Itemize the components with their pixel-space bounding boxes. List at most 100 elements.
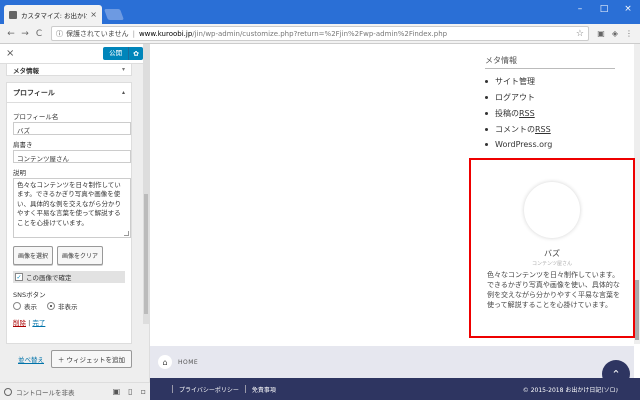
sns-hide-label: 非表示 <box>58 303 78 311</box>
hide-controls-icon[interactable] <box>4 387 12 396</box>
profile-name-input[interactable]: バズ <box>13 122 131 135</box>
extension-icon[interactable]: ▣ <box>594 29 608 38</box>
meta-widget-title: メタ情報 <box>485 56 517 65</box>
preview-scrollbar-thumb[interactable] <box>635 280 639 340</box>
maximize-icon[interactable]: □ <box>592 0 616 18</box>
meta-link-posts-label[interactable]: 投稿の <box>495 108 519 119</box>
sidebar-scrollbar[interactable] <box>143 44 149 324</box>
new-tab-button[interactable] <box>103 9 125 20</box>
widget-links: 削除 | 完了 <box>13 317 125 327</box>
minimize-icon[interactable]: – <box>568 0 592 18</box>
widget-profile-title: プロフィール <box>13 88 55 97</box>
back-to-top-button[interactable]: ⌃ <box>602 360 630 388</box>
info-icon[interactable]: ⓘ <box>56 29 63 39</box>
job-title-label: 肩書き <box>13 141 33 149</box>
meta-link-logout-label[interactable]: ログアウト <box>495 92 535 103</box>
meta-link-admin[interactable]: サイト管理 <box>485 76 552 87</box>
profile-widget-preview[interactable]: バズ コンテンツ屋さん 色々なコンテンツを日々制作しています。できるかぎり写真や… <box>469 158 635 338</box>
back-icon[interactable]: ← <box>4 29 18 39</box>
close-customizer-icon[interactable]: × <box>6 48 14 59</box>
copyright: © 2015-2018 お出かけ日記(ソロ) <box>522 386 618 394</box>
chevron-up-icon: ▴ <box>121 89 125 96</box>
extension-2-icon[interactable]: ◈ <box>608 29 622 38</box>
gear-icon[interactable]: ✿ <box>129 50 143 58</box>
breadcrumb: ⌂ HOME <box>150 346 634 378</box>
sns-hide-option[interactable]: 非表示 <box>47 301 78 311</box>
browser-tabstrip: カスタマイズ: お出かけ日記(... × – □ × <box>0 0 640 24</box>
meta-link-admin-label[interactable]: サイト管理 <box>495 76 535 87</box>
clear-image-button[interactable]: 画像をクリア <box>57 246 104 265</box>
footer-divider <box>244 385 246 393</box>
address-bar[interactable]: ⓘ 保護されていません | www.kuroobi.jp/jin/wp-admi… <box>51 26 589 41</box>
browser-toolbar: ← → C ⓘ 保護されていません | www.kuroobi.jp/jin/w… <box>0 24 640 44</box>
favicon-icon <box>9 10 17 19</box>
use-image-row: ✓ この画像で確定 <box>13 271 125 283</box>
customizer-footer: コントロールを非表 ▣ ▯ ▫ <box>0 382 150 400</box>
widget-profile-header[interactable]: プロフィール ▴ <box>7 83 131 103</box>
widget-profile: プロフィール ▴ プロフィール名 バズ 肩書き コンテンツ屋さん 説明 色々なコ… <box>6 82 132 344</box>
publish-button-group: 公開 ✿ <box>103 47 143 60</box>
menu-icon[interactable]: ⋮ <box>622 29 636 38</box>
tablet-preview-icon[interactable]: ▯ <box>128 387 132 396</box>
sns-show-label: 表示 <box>24 303 37 311</box>
sns-show-radio[interactable] <box>13 302 21 310</box>
reorder-link[interactable]: 並べ替え <box>18 354 44 364</box>
job-title-input[interactable]: コンテンツ屋さん <box>13 150 131 163</box>
meta-link-wordpress[interactable]: WordPress.org <box>485 140 552 149</box>
profile-name: バズ <box>544 249 560 258</box>
widget-actions: 並べ替え ＋ ウィジェットを追加 <box>6 350 132 368</box>
customizer-sidebar: × 公開 ✿ メタ情報 ▾ プロフィール ▴ プロフィール名 バズ 肩書き コン… <box>0 44 150 400</box>
meta-link-list: サイト管理 ログアウト 投稿の RSS コメントの RSS WordPress.… <box>485 76 552 154</box>
bookmark-star-icon[interactable]: ☆ <box>576 29 584 39</box>
site-footer: プライバシーポリシー 免責事項 © 2015-2018 お出かけ日記(ソロ) <box>150 378 640 400</box>
footer-divider <box>172 385 173 393</box>
sns-hide-radio[interactable] <box>47 302 55 310</box>
url-host: www.kuroobi.jp <box>138 29 193 38</box>
breadcrumb-home[interactable]: HOME <box>178 359 198 366</box>
tab-close-icon[interactable]: × <box>90 10 97 19</box>
reload-icon[interactable]: C <box>32 29 46 39</box>
publish-button[interactable]: 公開 <box>103 47 130 60</box>
footer-link-disclaimer[interactable]: 免責事項 <box>252 385 276 394</box>
customizer-header: × 公開 ✿ <box>0 44 149 64</box>
meta-link-comments-rss[interactable]: コメントの RSS <box>485 124 552 135</box>
profile-name-label: プロフィール名 <box>13 113 59 121</box>
sidebar-scrollbar-thumb[interactable] <box>144 194 148 314</box>
link-separator: | <box>28 319 31 327</box>
done-link[interactable]: 完了 <box>32 319 45 327</box>
footer-link-privacy[interactable]: プライバシーポリシー <box>179 385 239 394</box>
tab-customizer[interactable]: カスタマイズ: お出かけ日記(... × <box>4 5 102 24</box>
comments-rss-abbr[interactable]: RSS <box>535 125 551 134</box>
url-separator: | <box>132 29 135 38</box>
desktop-preview-icon[interactable]: ▣ <box>113 387 121 396</box>
use-image-checkbox[interactable]: ✓ <box>15 273 23 281</box>
description-label: 説明 <box>13 169 26 177</box>
chevron-down-icon: ▾ <box>121 66 125 73</box>
window-close-icon[interactable]: × <box>616 0 640 18</box>
delete-link[interactable]: 削除 <box>13 319 26 327</box>
add-widget-button[interactable]: ＋ ウィジェットを追加 <box>50 350 132 368</box>
select-image-button[interactable]: 画像を選択 <box>13 246 54 265</box>
description-textarea[interactable]: 色々なコンテンツを日々制作しています。できるかぎり写真や画像を使い、具体的な例を… <box>13 178 131 238</box>
sns-show-option[interactable]: 表示 <box>13 301 37 311</box>
window-controls: – □ × <box>568 0 640 18</box>
security-label: 保護されていません <box>66 29 129 38</box>
meta-link-logout[interactable]: ログアウト <box>485 92 552 103</box>
profile-description: 色々なコンテンツを日々制作しています。できるかぎり写真や画像を使い、具体的な例を… <box>487 271 620 309</box>
posts-rss-abbr[interactable]: RSS <box>519 109 535 118</box>
widget-meta-collapsed[interactable]: メタ情報 ▾ <box>6 64 132 76</box>
mobile-preview-icon[interactable]: ▫ <box>141 387 146 396</box>
sns-label: SNSボタン <box>13 291 46 299</box>
url-text: www.kuroobi.jp/jin/wp-admin/customize.ph… <box>139 30 447 38</box>
meta-link-comments-label[interactable]: コメントの <box>495 124 535 135</box>
tab-title: カスタマイズ: お出かけ日記(... <box>21 11 88 20</box>
device-switcher: ▣ ▯ ▫ <box>113 387 146 396</box>
hide-controls-label[interactable]: コントロールを非表 <box>16 387 75 397</box>
chevron-up-icon: ⌃ <box>611 367 621 381</box>
site-preview: メタ情報 サイト管理 ログアウト 投稿の RSS コメントの RSS WordP… <box>150 44 640 400</box>
profile-subtitle: コンテンツ屋さん <box>531 261 572 267</box>
meta-link-posts-rss[interactable]: 投稿の RSS <box>485 108 552 119</box>
home-icon[interactable]: ⌂ <box>158 355 172 369</box>
meta-link-wordpress-label[interactable]: WordPress.org <box>495 140 552 149</box>
forward-icon[interactable]: → <box>18 29 32 39</box>
